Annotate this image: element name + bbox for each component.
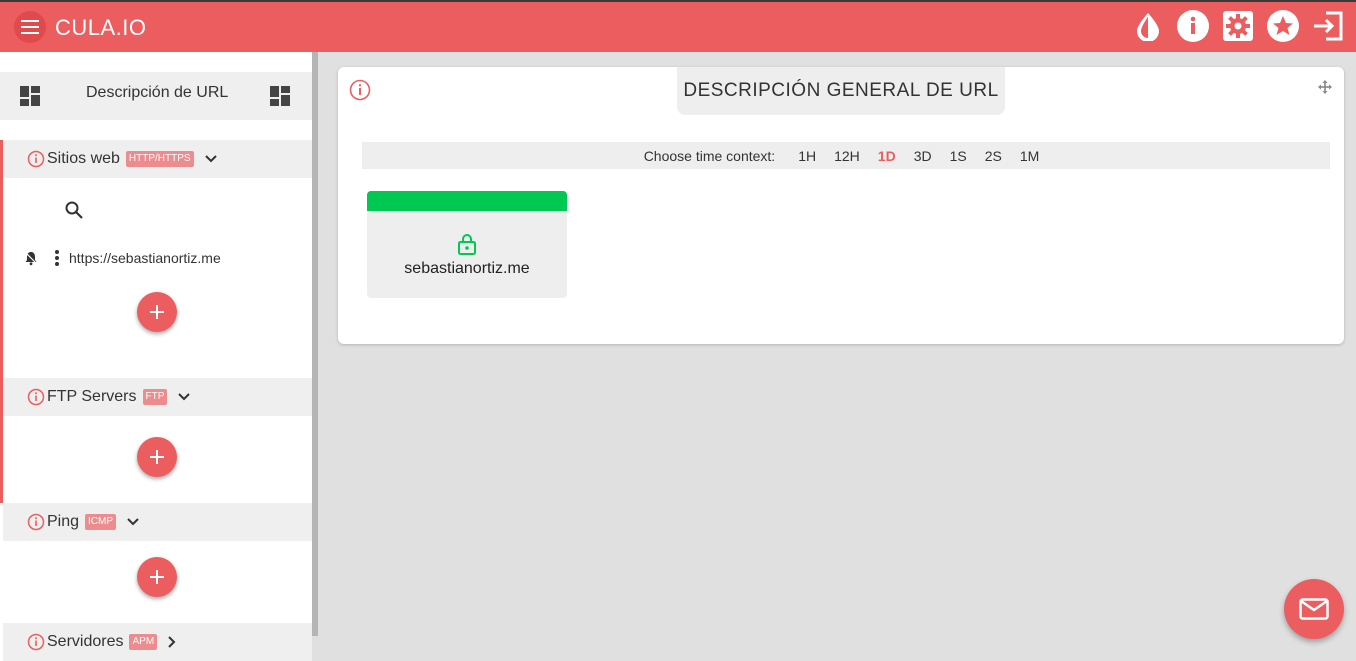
add-ping-button[interactable] (137, 557, 177, 597)
section-header[interactable]: Ping ICMP (3, 503, 312, 541)
section-ping: Ping ICMP (0, 503, 312, 623)
time-option-3d[interactable]: 3D (914, 148, 932, 164)
url-overview-card: DESCRIPCIÓN GENERAL DE URL Choose time c… (338, 67, 1344, 344)
sidebar: Descripción de URL Sitios web HTTP/HTTPS… (0, 52, 312, 661)
status-bar (367, 191, 567, 211)
section-header[interactable]: Sitios web HTTP/HTTPS (3, 140, 312, 178)
time-option-1s[interactable]: 1S (950, 148, 967, 164)
dashboard-icon[interactable] (270, 86, 290, 106)
plus-icon (150, 450, 164, 464)
info-outline-icon[interactable] (349, 79, 371, 101)
mail-icon (1299, 598, 1329, 620)
logout-icon (1314, 11, 1343, 41)
hamburger-icon (21, 20, 39, 34)
site-name: sebastianortiz.me (404, 260, 530, 277)
info-outline-icon[interactable] (27, 150, 45, 168)
info-icon (1177, 10, 1209, 42)
site-tile[interactable]: sebastianortiz.me (367, 191, 567, 298)
card-title: DESCRIPCIÓN GENERAL DE URL (677, 67, 1005, 115)
info-outline-icon[interactable] (27, 513, 45, 531)
info-outline-icon[interactable] (27, 633, 45, 651)
settings-button[interactable] (1222, 10, 1254, 42)
time-context-bar: Choose time context: 1H 12H 1D 3D 1S 2S … (362, 142, 1330, 169)
app-brand: CULA.IO (55, 15, 147, 40)
add-website-button[interactable] (137, 292, 177, 332)
protocol-badge: FTP (142, 389, 168, 405)
search-icon[interactable] (64, 200, 84, 220)
plus-icon (150, 570, 164, 584)
chevron-right-icon[interactable] (167, 635, 177, 649)
add-ftp-button[interactable] (137, 437, 177, 477)
sidebar-header: Descripción de URL (0, 72, 312, 120)
star-icon (1267, 10, 1299, 42)
favorites-button[interactable] (1267, 10, 1299, 42)
time-option-1m[interactable]: 1M (1020, 148, 1039, 164)
time-context-label: Choose time context: (643, 147, 776, 164)
sidebar-title: Descripción de URL (86, 84, 229, 101)
list-item[interactable]: https://sebastianortiz.me (23, 248, 221, 268)
chevron-down-icon[interactable] (177, 392, 191, 402)
protocol-badge: HTTP/HTTPS (125, 151, 194, 167)
sidebar-scrollbar[interactable] (312, 52, 318, 636)
time-option-1d[interactable]: 1D (878, 148, 896, 164)
section-label: Ping (47, 513, 80, 530)
info-button[interactable] (1177, 10, 1209, 42)
section-websites: Sitios web HTTP/HTTPS https://sebastiano… (0, 140, 312, 378)
section-header[interactable]: FTP Servers FTP (3, 378, 312, 416)
section-servers: Servidores APM (0, 623, 312, 661)
menu-button[interactable] (14, 11, 46, 43)
bell-off-icon[interactable] (23, 250, 39, 266)
settings-icon (1223, 11, 1253, 41)
plus-icon (150, 305, 164, 319)
top-bar: CULA.IO (0, 0, 1356, 52)
site-url[interactable]: https://sebastianortiz.me (69, 250, 221, 266)
lock-icon (458, 234, 476, 255)
protocol-badge: APM (129, 634, 158, 650)
section-label: Sitios web (47, 150, 120, 167)
section-ftp: FTP Servers FTP (0, 378, 312, 503)
drop-icon (1137, 13, 1159, 41)
section-label: FTP Servers (47, 388, 137, 405)
dashboard-icon[interactable] (20, 86, 40, 106)
section-header[interactable]: Servidores APM (3, 623, 312, 661)
more-vert-icon[interactable] (55, 250, 59, 266)
time-option-2s[interactable]: 2S (985, 148, 1002, 164)
chevron-down-icon[interactable] (204, 154, 218, 164)
theme-button[interactable] (1132, 10, 1164, 42)
time-option-1h[interactable]: 1H (798, 148, 816, 164)
time-option-12h[interactable]: 12H (834, 148, 860, 164)
protocol-badge: ICMP (85, 514, 117, 530)
contact-button[interactable] (1284, 579, 1344, 639)
chevron-down-icon[interactable] (126, 517, 140, 527)
info-outline-icon[interactable] (27, 388, 45, 406)
logout-button[interactable] (1312, 10, 1344, 42)
drag-handle-icon[interactable] (1318, 80, 1332, 94)
section-label: Servidores (47, 633, 124, 650)
